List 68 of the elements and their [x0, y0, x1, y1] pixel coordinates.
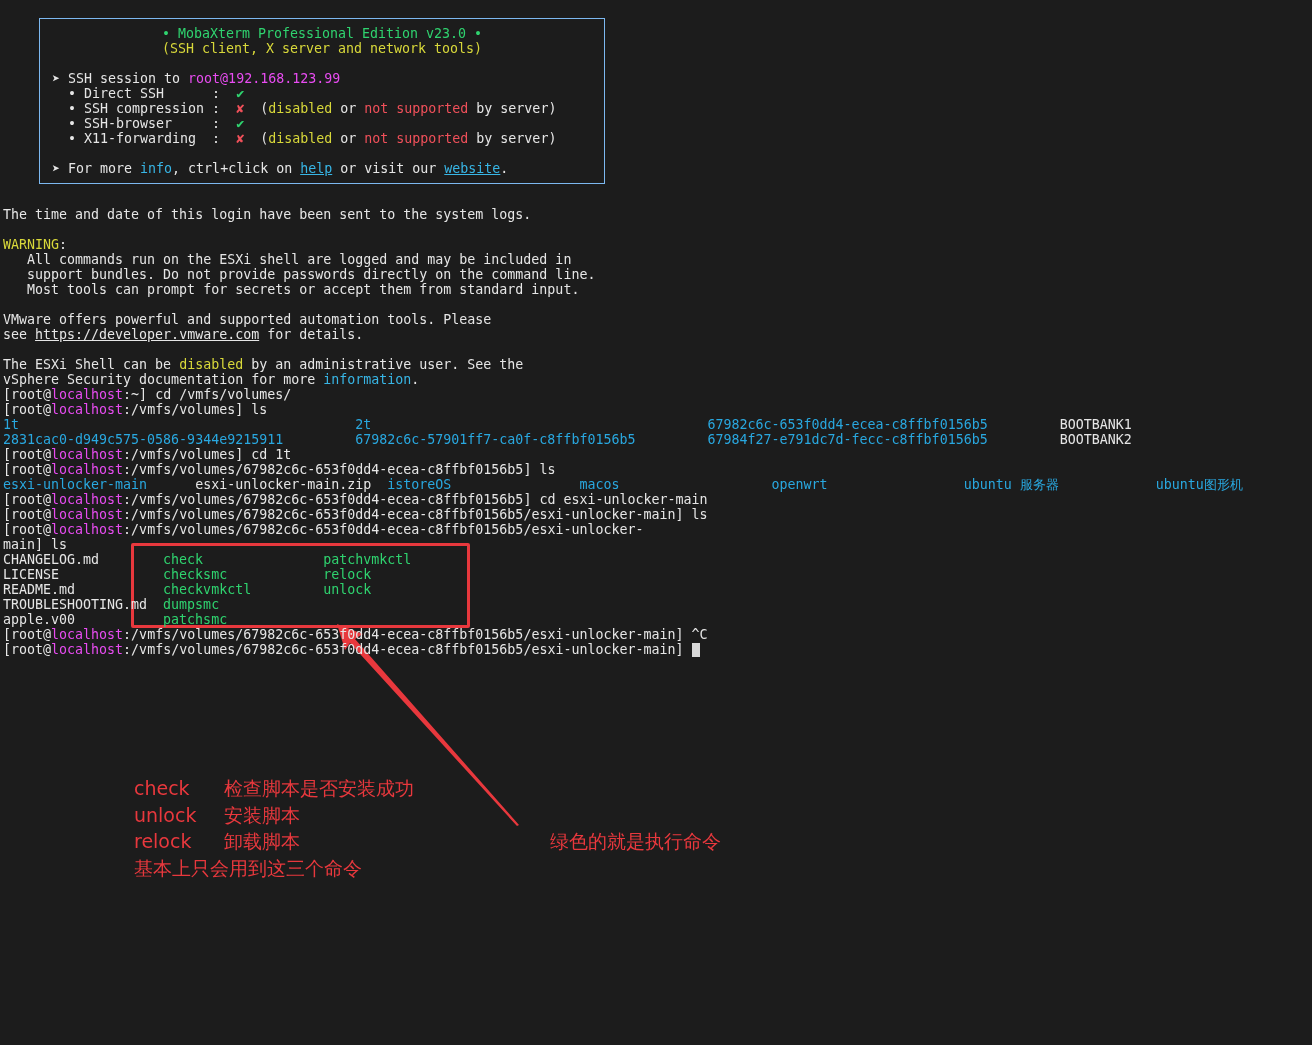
terminal-text: VMware offers powerful and supported automation tools. Please [3, 312, 492, 327]
banner-text: , ctrl+click on [172, 161, 294, 176]
file-name: README.md [3, 582, 76, 597]
file-name: apple.v00 [3, 612, 76, 627]
note-command: relock [134, 829, 193, 854]
executable-name: checksmc [163, 567, 228, 582]
terminal-text: [root@localhost:/vmfs/volumes/67982c6c-653f0dd4-ecea-c8ffbf0156b5] ls [3, 462, 556, 477]
executable-name: patchsmc [163, 612, 228, 627]
directory-name: esxi-unlocker-main [3, 477, 148, 492]
terminal-text: see [3, 327, 29, 342]
directory-name: 67982c6c-653f0dd4-ecea-c8ffbf0156b5 [707, 417, 988, 432]
executable-name: check [163, 552, 204, 567]
terminal-text: [root@localhost:/vmfs/volumes] ls [3, 402, 268, 417]
executable-name: patchvmkctl [323, 552, 412, 567]
directory-name: 2831cac0-d949c575-0586-9344e9215911 [3, 432, 284, 447]
terminal-text: [root@localhost:/vmfs/volumes/67982c6c-653f0dd4-ecea-c8ffbf0156b5/esxi-unlocker- [3, 522, 644, 537]
file-name: BOOTBANK1 [1059, 417, 1132, 432]
banner-text: info [140, 161, 173, 176]
note-command: unlock [134, 802, 198, 828]
file-name: CHANGELOG.md [3, 552, 100, 567]
terminal-text: The ESXi Shell can be disabled by an administrative user. See the [3, 357, 524, 372]
directory-name: macos [579, 477, 620, 492]
directory-name: 67984f27-e791dc7d-fecc-c8ffbf0156b5 [707, 432, 988, 447]
directory-name: istoreOS [387, 477, 452, 492]
banner-text: • MobaXterm Professional Edition v23.0 • [160, 26, 484, 41]
note-description: 卸载脚本 [224, 829, 300, 854]
note-description: 安装脚本 [224, 802, 300, 828]
note-command: check [134, 776, 191, 801]
directory-name: 1t [3, 417, 19, 432]
annotation-note: 绿色的就是执行命令 [550, 829, 721, 854]
banner-text: . [500, 161, 509, 176]
executable-name: unlock [323, 582, 372, 597]
note-description: 检查脚本是否安装成功 [224, 776, 414, 801]
directory-name: ubuntu 服务器 [963, 477, 1059, 492]
terminal-text: support bundles. Do not provide passwords directly on the command line. [26, 267, 596, 282]
link[interactable]: help [300, 161, 333, 176]
banner-text: • Direct SSH : ✔ [67, 86, 246, 101]
terminal-text: for details. [266, 327, 364, 342]
terminal-text: [root@localhost:/vmfs/volumes/67982c6c-653f0dd4-ecea-c8ffbf0156b5/esxi-unlocker-main] ls [3, 507, 708, 522]
directory-name: 67982c6c-57901ff7-ca0f-c8ffbf0156b5 [355, 432, 636, 447]
banner-text: ➤ SSH session to root@192.168.123.99 [52, 71, 342, 86]
link[interactable]: https://developer.vmware.com [35, 327, 260, 342]
file-name: LICENSE [3, 567, 60, 582]
terminal-text: All commands run on the ESXi shell are logged and may be included in [26, 252, 572, 267]
terminal-text: [root@localhost:/vmfs/volumes/67982c6c-653f0dd4-ecea-c8ffbf0156b5] cd esxi-unlocker-main [3, 492, 708, 507]
terminal-text: WARNING: [3, 237, 68, 252]
executable-name: checkvmkctl [163, 582, 252, 597]
directory-name: 2t [355, 417, 372, 432]
terminal-text: main] ls [3, 537, 68, 552]
link[interactable]: website [444, 161, 501, 176]
banner-text: ➤ For more [52, 161, 134, 176]
terminal-text: The time and date of this login have been sent to the system logs. [3, 207, 532, 222]
banner-text: • X11-forwarding : ✘ (disabled or not supported by server) [67, 131, 558, 146]
file-name: BOOTBANK2 [1059, 432, 1132, 447]
terminal-text: [root@localhost:/vmfs/volumes] cd 1t [3, 447, 292, 462]
terminal-text: Most tools can prompt for secrets or accept them from standard input. [26, 282, 580, 297]
banner-text: or visit our [339, 161, 438, 176]
banner-text: • SSH compression : ✘ (disabled or not supported by server) [67, 101, 558, 116]
directory-name: ubuntu图形机 [1155, 477, 1243, 492]
executable-name: relock [323, 567, 372, 582]
executable-name: dumpsmc [163, 597, 220, 612]
file-name: esxi-unlocker-main.zip [195, 477, 372, 492]
directory-name: openwrt [771, 477, 828, 492]
banner-text: (SSH client, X server and network tools) [160, 41, 484, 56]
terminal-text: vSphere Security documentation for more information. [3, 372, 420, 387]
note-summary: 基本上只会用到这三个命令 [134, 855, 362, 881]
banner-text: • SSH-browser : ✔ [67, 116, 246, 131]
terminal-text: [root@localhost:~] cd /vmfs/volumes/ [3, 387, 292, 402]
